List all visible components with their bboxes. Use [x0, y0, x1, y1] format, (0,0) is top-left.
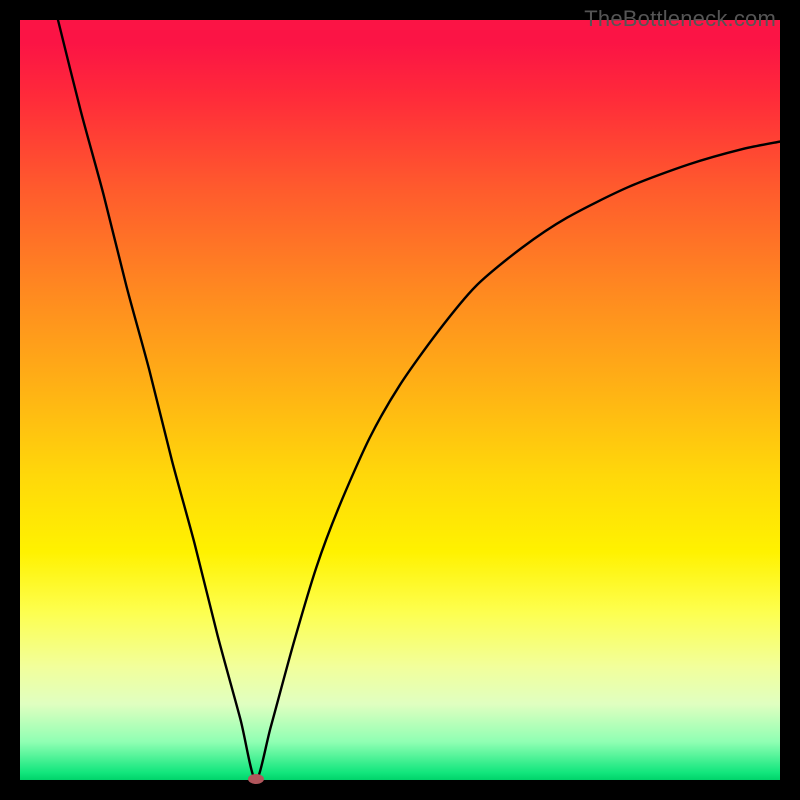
- curve-svg: [20, 20, 780, 780]
- watermark-label: TheBottleneck.com: [584, 6, 776, 32]
- minimum-marker: [248, 774, 264, 784]
- bottleneck-curve-line: [58, 20, 780, 780]
- chart-canvas: [20, 20, 780, 780]
